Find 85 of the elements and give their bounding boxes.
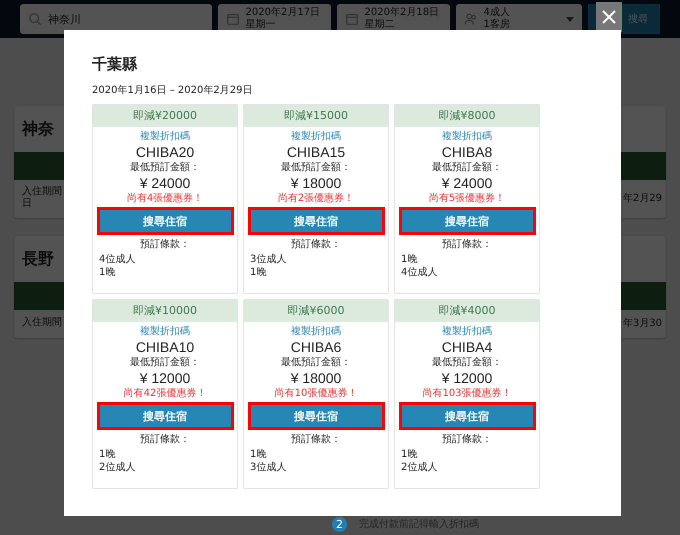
discount-header: 即減¥6000: [244, 300, 388, 322]
copy-code-link[interactable]: 複製折扣碼: [140, 325, 190, 338]
minimum-price: ¥ 18000: [290, 369, 342, 387]
search-stays-button[interactable]: 搜尋住宿: [248, 402, 384, 430]
minimum-price: ¥ 18000: [290, 174, 342, 192]
search-field[interactable]: 神奈川: [20, 4, 212, 34]
coupon-code: CHIBA10: [136, 338, 194, 356]
coupon-code: CHIBA15: [286, 143, 346, 161]
remaining-count: 尚有2張優惠券！: [278, 192, 354, 205]
caret-icon: [566, 16, 574, 22]
checkin-date: 2020年2月17日: [246, 7, 320, 18]
remaining-count: 尚有4張優惠券！: [126, 192, 204, 205]
period-end: 年2月29: [622, 192, 662, 205]
search-stays-button[interactable]: 搜尋住宿: [248, 207, 384, 235]
rooms-count: 1客房: [484, 19, 510, 31]
period-label: 入住期間: [22, 186, 62, 198]
period-label: 入住期間: [22, 317, 62, 329]
remaining-count: 尚有10張優惠券！: [274, 387, 358, 400]
terms-label: 預訂條款：: [291, 238, 341, 251]
remaining-count: 尚有103張優惠券！: [422, 387, 512, 400]
calendar-icon: [344, 12, 359, 26]
term-item: 1晚: [250, 448, 266, 461]
term-item: 1晚: [401, 448, 418, 461]
remaining-count: 尚有5張優惠券！: [428, 192, 506, 205]
discount-header: 即減¥15000: [244, 105, 388, 127]
discount-header: 即減¥20000: [93, 105, 237, 127]
region-title: 神奈: [22, 118, 54, 140]
coupon-code: CHIBA8: [442, 143, 492, 161]
coupon-code: CHIBA6: [290, 338, 342, 356]
copy-code-link[interactable]: 複製折扣碼: [291, 325, 341, 338]
minimum-label: 最低預訂金額：: [432, 161, 502, 174]
close-icon: [601, 9, 617, 25]
terms-label: 預訂條款：: [140, 238, 190, 251]
calendar-icon: [226, 12, 240, 26]
search-stays-button[interactable]: 搜尋住宿: [398, 207, 536, 235]
term-item: 1晚: [99, 448, 116, 461]
discount-header: 即減¥8000: [395, 105, 539, 127]
copy-code-link[interactable]: 複製折扣碼: [140, 130, 190, 143]
minimum-label: 最低預訂金額：: [130, 161, 200, 174]
copy-code-link[interactable]: 複製折扣碼: [291, 130, 341, 143]
minimum-label: 最低預訂金額：: [130, 356, 200, 369]
term-item: 4位成人: [401, 266, 438, 279]
copy-code-link[interactable]: 複製折扣碼: [442, 130, 492, 143]
term-item: 1晚: [250, 266, 266, 279]
terms-label: 預訂條款：: [442, 433, 492, 446]
coupon-code: CHIBA4: [442, 338, 492, 356]
period-tail: 日: [22, 198, 33, 210]
dialog-title: 千葉縣: [92, 54, 138, 74]
people-icon: [464, 12, 478, 26]
term-item: 2位成人: [99, 461, 136, 474]
minimum-label: 最低預訂金額：: [432, 356, 502, 369]
minimum-price: ¥ 24000: [140, 174, 190, 192]
term-item: 2位成人: [401, 461, 438, 474]
close-button[interactable]: [596, 2, 622, 32]
search-stays-button[interactable]: 搜尋住宿: [96, 207, 234, 235]
term-item: 1晚: [99, 266, 116, 279]
search-stays-button[interactable]: 搜尋住宿: [398, 402, 536, 430]
region-title: 長野: [22, 248, 54, 270]
term-item: 4位成人: [99, 253, 136, 266]
remaining-count: 尚有42張優惠券！: [124, 387, 206, 400]
terms-label: 預訂條款：: [291, 433, 341, 446]
copy-code-link[interactable]: 複製折扣碼: [442, 325, 492, 338]
search-icon: [28, 12, 42, 26]
date-range: 2020年1月16日 – 2020年2月29日: [92, 84, 254, 98]
term-item: 3位成人: [250, 253, 286, 266]
terms-label: 預訂條款：: [140, 433, 190, 446]
checkin-weekday: 星期一: [246, 19, 277, 31]
step-number: 2: [332, 517, 347, 532]
coupon-code: CHIBA20: [136, 143, 194, 161]
discount-header: 即減¥10000: [93, 300, 237, 322]
search-stays-button[interactable]: 搜尋住宿: [96, 402, 234, 430]
minimum-price: ¥ 24000: [442, 174, 492, 192]
adults-count: 4成人: [484, 7, 510, 18]
period-end: 年3月30: [622, 317, 662, 330]
checkout-date: 2020年2月18日: [364, 7, 440, 18]
checkout-weekday: 星期二: [364, 19, 396, 31]
term-item: 3位成人: [250, 461, 286, 474]
minimum-label: 最低預訂金額：: [281, 161, 351, 174]
terms-label: 預訂條款：: [442, 238, 492, 251]
term-item: 1晚: [401, 253, 418, 266]
search-value: 神奈川: [48, 12, 81, 26]
minimum-price: ¥ 12000: [140, 369, 190, 387]
discount-header: 即減¥4000: [395, 300, 539, 322]
minimum-price: ¥ 12000: [442, 369, 492, 387]
minimum-label: 最低預訂金額：: [281, 356, 351, 369]
